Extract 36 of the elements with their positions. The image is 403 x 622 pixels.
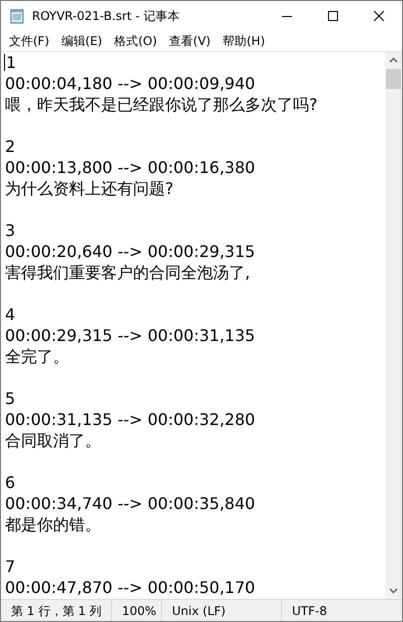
subtitle-time: 00:00:04,180 --> 00:00:09,940 (5, 73, 256, 94)
subtitle-index: 1 (6, 52, 16, 73)
scrollbar[interactable] (385, 52, 402, 599)
subtitle-index: 2 (5, 136, 16, 157)
menu-item[interactable]: 文件(F) (3, 31, 56, 51)
menu-item[interactable]: 格式(O) (108, 31, 164, 51)
subtitle-index: 5 (5, 388, 16, 409)
maximize-icon (328, 11, 338, 21)
status-text: 100% (122, 602, 156, 620)
subtitle-text: 害得我们重要客户的合同全泡汤了, (5, 262, 250, 283)
subtitle-text: 都是你的错。 (5, 514, 101, 535)
subtitle-index: 3 (5, 220, 16, 241)
status-text: UTF-8 (292, 602, 327, 620)
subtitle-time: 00:00:20,640 --> 00:00:29,315 (5, 241, 256, 262)
subtitle-time: 00:00:13,800 --> 00:00:16,380 (5, 157, 256, 178)
scroll-thumb[interactable] (386, 69, 401, 89)
close-icon (374, 11, 384, 21)
subtitle-text: 合同取消了。 (5, 430, 101, 451)
subtitle-index: 7 (5, 556, 16, 577)
status-text: Unix (LF) (172, 602, 226, 620)
status-text: 第 1 行，第 1 列 (11, 602, 102, 620)
subtitle-time: 00:00:34,740 --> 00:00:35,840 (5, 493, 256, 514)
subtitle-time: 00:00:47,870 --> 00:00:50,170 (5, 577, 256, 598)
menu-item[interactable]: 查看(V) (163, 31, 217, 51)
text-cursor (4, 54, 5, 71)
subtitle-text: 喂，昨天我不是已经跟你说了那么多次了吗? (5, 94, 318, 115)
subtitle-text: 为什么资料上还有问题? (5, 178, 174, 199)
subtitle-index: 4 (5, 304, 16, 325)
window-title: ROYVR-021-B.srt - 记事本 (32, 8, 180, 25)
subtitle-index: 6 (5, 472, 16, 493)
notepad-icon (9, 8, 25, 24)
menu-item[interactable]: 帮助(H) (216, 31, 271, 51)
subtitle-time: 00:00:31,135 --> 00:00:32,280 (5, 409, 256, 430)
subtitle-time: 00:00:29,315 --> 00:00:31,135 (5, 325, 256, 346)
menu-item[interactable]: 编辑(E) (55, 31, 108, 51)
subtitle-text: 全完了。 (5, 346, 69, 367)
